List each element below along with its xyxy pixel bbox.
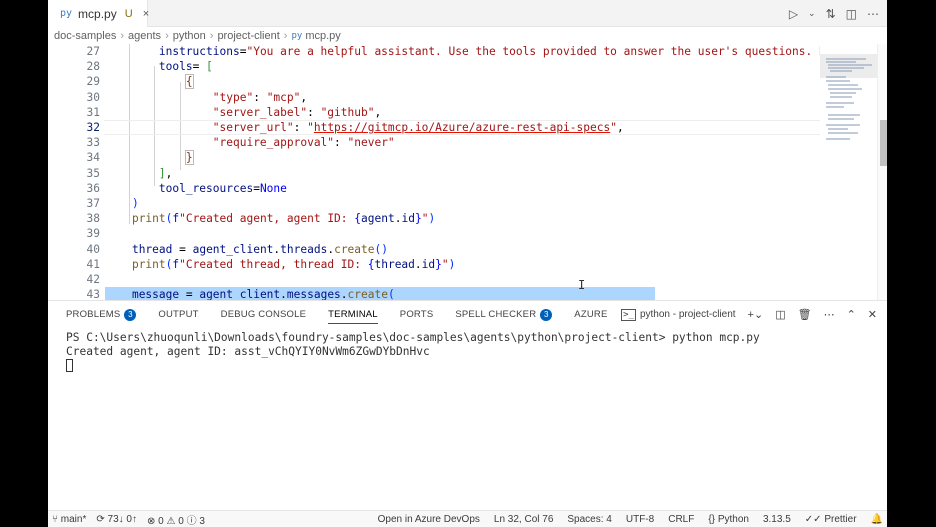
terminal-line: PS C:\Users\zhuoqunli\Downloads\foundry-… <box>66 331 760 344</box>
scrollbar-thumb[interactable] <box>880 120 887 166</box>
python-file-icon: py <box>291 31 303 41</box>
tab-label: mcp.py <box>78 6 117 21</box>
problems-count-badge: 3 <box>124 308 137 321</box>
code-line: 37 ) <box>86 197 139 210</box>
editor-actions: ▷ ⌄ ⇅ ◫ ⋯ <box>789 0 879 27</box>
code-line: 34 } <box>86 150 194 166</box>
encoding[interactable]: UTF-8 <box>626 514 654 525</box>
tab-mcp-py[interactable]: py mcp.py U × <box>48 0 149 27</box>
terminal-selector[interactable]: >_ python - project-client <box>621 308 736 321</box>
close-panel-icon[interactable]: ✕ <box>868 308 877 321</box>
code-line: 38 print(f"Created agent, agent ID: {age… <box>86 212 436 226</box>
code-line-selected: 43 message = agent_client.messages.creat… <box>48 287 820 300</box>
code-line: 28 tools= [ <box>86 60 213 74</box>
warning-icon: ⚠ <box>166 516 176 527</box>
bottom-panel: PROBLEMS 3 OUTPUT DEBUG CONSOLE TERMINAL … <box>48 300 887 510</box>
breadcrumb-item[interactable]: python <box>173 30 206 42</box>
maximize-panel-icon[interactable]: ⌃ <box>847 308 856 321</box>
problems-indicator[interactable]: ⊗ 0 ⚠ 0 ⓘ 3 <box>147 512 205 527</box>
prettier-status[interactable]: ✓✓ Prettier <box>805 514 857 525</box>
code-line: 30 "type": "mcp", <box>86 90 308 104</box>
untracked-badge: U <box>124 7 133 20</box>
python-version[interactable]: 3.13.5 <box>763 514 791 525</box>
code-line: 31 "server_label": "github", <box>86 105 382 119</box>
code-line: 39 <box>86 227 100 241</box>
panel-actions: >_ python - project-client +⌄ ◫ 🗑 ⋯ ⌃ ✕ <box>621 301 877 328</box>
tab-problems[interactable]: PROBLEMS 3 <box>66 301 137 328</box>
code-line-active: 32 "server_url": "https://gitmcp.io/Azur… <box>48 120 820 136</box>
code-line: 35 ], <box>86 166 173 180</box>
double-check-icon: ✓✓ <box>804 514 822 525</box>
more-icon[interactable]: ⋯ <box>824 308 835 321</box>
new-terminal-icon[interactable]: +⌄ <box>748 308 764 321</box>
compare-icon[interactable]: ⇅ <box>826 7 836 21</box>
tab-terminal[interactable]: TERMINAL <box>328 301 378 328</box>
chevron-right-icon: › <box>165 30 169 42</box>
editor-scrollbar[interactable] <box>877 44 887 300</box>
status-bar: ⑂ main* ⟳ 73↓ 0↑ ⊗ 0 ⚠ 0 ⓘ 3 Open in Azu… <box>48 510 887 527</box>
chevron-down-icon[interactable]: ⌄ <box>808 8 816 19</box>
cursor-position[interactable]: Ln 32, Col 76 <box>494 514 554 525</box>
chevron-right-icon: › <box>120 30 125 42</box>
sync-indicator[interactable]: ⟳ 73↓ 0↑ <box>96 514 137 525</box>
split-terminal-icon[interactable]: ◫ <box>775 308 785 321</box>
more-icon[interactable]: ⋯ <box>867 7 879 21</box>
code-line: 42 <box>86 273 100 286</box>
code-line: 41 print(f"Created thread, thread ID: {t… <box>86 257 456 271</box>
breadcrumb-item[interactable]: agents <box>128 30 161 42</box>
trash-icon[interactable]: 🗑 <box>798 308 812 321</box>
chevron-right-icon: › <box>209 30 214 42</box>
open-in-azure-devops[interactable]: Open in Azure DevOps <box>378 514 480 525</box>
breadcrumb-item[interactable]: mcp.py <box>305 30 340 42</box>
indentation[interactable]: Spaces: 4 <box>567 514 611 525</box>
breadcrumb-item[interactable]: project-client <box>217 30 279 42</box>
breadcrumb-item[interactable]: doc-samples <box>54 30 116 42</box>
error-icon: ⊗ <box>147 516 156 527</box>
breadcrumb: doc-samples › agents › python › project-cli… <box>48 27 887 45</box>
split-editor-icon[interactable]: ◫ <box>846 7 857 21</box>
spell-checker-count-badge: 3 <box>540 308 553 321</box>
tab-debug-console[interactable]: DEBUG CONSOLE <box>221 301 306 328</box>
braces-icon: {} <box>708 514 716 525</box>
info-icon: ⓘ <box>186 516 197 527</box>
run-icon[interactable]: ▷ <box>789 7 798 21</box>
terminal-cursor <box>66 358 73 372</box>
python-file-icon: py <box>60 8 73 19</box>
code-line: 33 "require_approval": "never" <box>86 136 395 150</box>
terminal-output[interactable]: PS C:\Users\zhuoqunli\Downloads\foundry-… <box>66 331 760 372</box>
sync-icon: ⟳ <box>96 514 105 525</box>
code-line: 40 thread = agent_client.threads.create(… <box>86 242 388 256</box>
editor-tab-bar: py mcp.py U × ▷ ⌄ ⇅ ◫ ⋯ <box>48 0 887 27</box>
notifications-bell-icon[interactable]: 🔔 <box>871 514 883 525</box>
tab-azure[interactable]: AZURE <box>574 301 607 328</box>
terminal-line: Created agent, agent ID: asst_vChQYIY0Nv… <box>66 344 430 358</box>
terminal-icon: >_ <box>621 308 636 321</box>
code-line: 36 tool_resources=None <box>86 181 287 195</box>
vscode-window: py mcp.py U × ▷ ⌄ ⇅ ◫ ⋯ doc-samples › age… <box>48 0 887 527</box>
code-editor[interactable]: 27 instructions="You are a helpful assis… <box>48 44 820 300</box>
code-line: 27 instructions="You are a helpful assis… <box>86 45 820 58</box>
language-mode[interactable]: {} Python <box>708 514 749 525</box>
tab-output[interactable]: OUTPUT <box>158 301 198 328</box>
branch-indicator[interactable]: ⑂ main* <box>52 514 86 525</box>
code-line: 29 { <box>86 74 194 90</box>
branch-icon: ⑂ <box>52 514 58 525</box>
tab-ports[interactable]: PORTS <box>400 301 434 328</box>
chevron-right-icon: › <box>283 30 288 42</box>
close-icon[interactable]: × <box>143 8 149 20</box>
text-cursor-icon: I <box>578 278 586 292</box>
end-of-line[interactable]: CRLF <box>668 514 694 525</box>
minimap[interactable] <box>820 44 880 300</box>
tab-spell-checker[interactable]: SPELL CHECKER 3 <box>455 301 553 328</box>
